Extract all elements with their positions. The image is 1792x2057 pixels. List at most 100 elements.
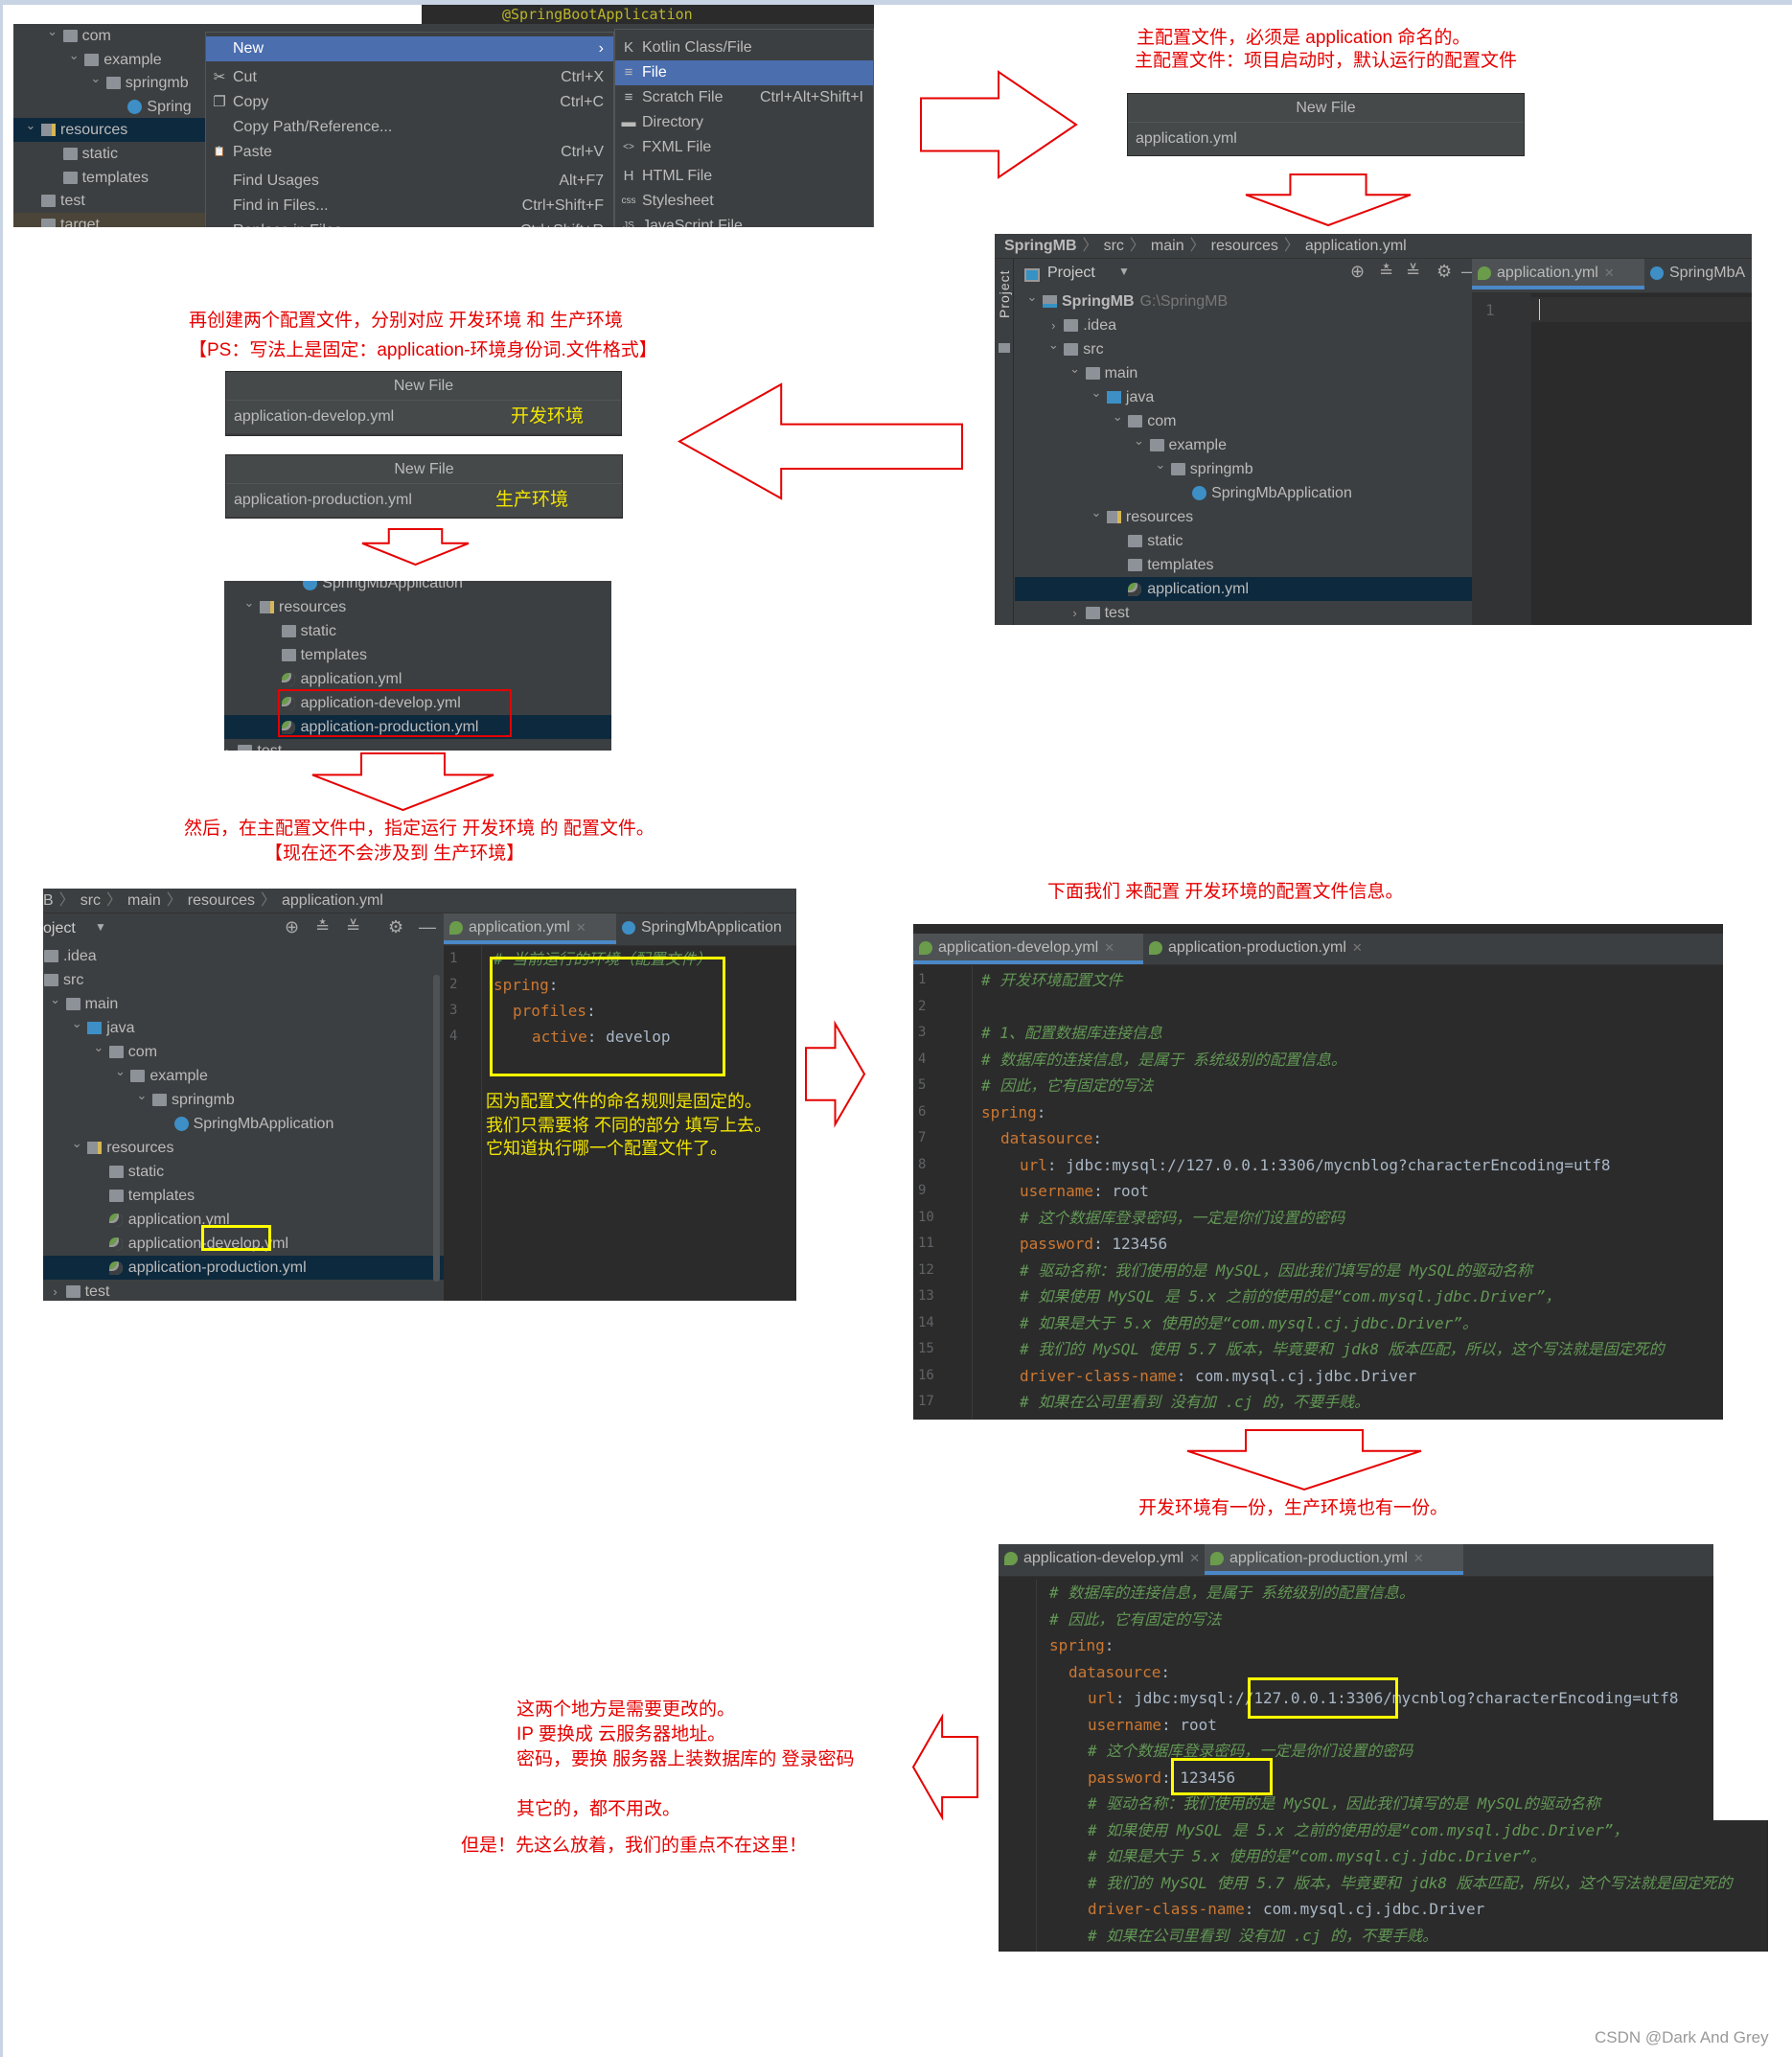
tree-item[interactable]: ⌄ src: [1015, 337, 1472, 361]
editor-tab[interactable]: application.yml ✕: [444, 913, 616, 944]
editor-tab[interactable]: SpringMbA: [1644, 259, 1752, 289]
tree-item[interactable]: target: [13, 212, 205, 227]
tree-item[interactable]: application.yml: [224, 667, 611, 691]
tree-item[interactable]: static: [224, 619, 611, 643]
chevron-right-icon[interactable]: ›: [1068, 601, 1083, 625]
menu-item[interactable]: Find Usages Alt+F7: [206, 169, 613, 194]
tree-item[interactable]: .idea: [43, 944, 444, 968]
breadcrumb-item[interactable]: application.yml: [1305, 238, 1407, 254]
locate-icon[interactable]: ⊕: [285, 917, 299, 937]
tree-item[interactable]: ⌄ springmb: [43, 1088, 444, 1112]
tree-item[interactable]: › test: [1015, 601, 1472, 625]
tree-item[interactable]: SpringMbApplication: [43, 1112, 444, 1136]
chevron-down-icon[interactable]: ▼: [1118, 265, 1130, 278]
tree-item[interactable]: templates: [1015, 553, 1472, 577]
chevron-down-icon[interactable]: ⌄: [1132, 428, 1147, 452]
tree-item[interactable]: Spring: [13, 95, 205, 119]
close-icon[interactable]: ✕: [1104, 940, 1114, 955]
tree-item[interactable]: ⌄ com: [13, 24, 205, 48]
tree-item[interactable]: ⌄ SpringMB G:\SpringMB: [1015, 289, 1472, 313]
tree-item[interactable]: ⌄ example: [43, 1064, 444, 1088]
tree-item[interactable]: ⌄ java: [1015, 385, 1472, 409]
chevron-right-icon[interactable]: ›: [48, 1280, 63, 1301]
project-tool-button[interactable]: Project: [997, 269, 1012, 318]
tree-item[interactable]: ⌄ resources: [224, 595, 611, 619]
breadcrumb-item[interactable]: src: [1104, 238, 1124, 254]
breadcrumb-item[interactable]: resources: [1211, 238, 1278, 254]
tree-item[interactable]: application.yml: [1015, 577, 1472, 601]
chevron-down-icon[interactable]: ⌄: [134, 1083, 149, 1107]
menu-item[interactable]: H HTML File: [615, 164, 873, 189]
breadcrumb-item[interactable]: application.yml: [282, 892, 383, 909]
filename-input[interactable]: application-develop.yml 开发环境: [226, 401, 621, 433]
chevron-down-icon[interactable]: ⌄: [1153, 452, 1168, 476]
breadcrumb-item[interactable]: src: [80, 892, 101, 909]
tree-item[interactable]: ⌄ example: [13, 48, 205, 72]
breadcrumb-item[interactable]: main: [1151, 238, 1184, 254]
tree-item[interactable]: ⌄ resources: [43, 1136, 444, 1160]
chevron-down-icon[interactable]: ⌄: [48, 987, 63, 1011]
tree-item[interactable]: templates: [13, 166, 205, 190]
chevron-right-icon[interactable]: ›: [224, 739, 235, 751]
tree-item[interactable]: ⌄ springmb: [13, 71, 205, 95]
chevron-down-icon[interactable]: ⌄: [69, 1011, 84, 1035]
tree-item[interactable]: static: [13, 142, 205, 166]
editor-tab[interactable]: application-develop.yml ✕: [999, 1544, 1205, 1575]
menu-item[interactable]: ❐ Copy Ctrl+C: [206, 90, 613, 115]
code-area[interactable]: 1 # 开发环境配置文件 2 3 # 1、配置数据库连接信息 4 # 数据库的连接信息，是属…: [913, 965, 1723, 1420]
tree-item[interactable]: test: [13, 189, 205, 213]
menu-item[interactable]: K Kotlin Class/File: [615, 35, 873, 60]
tree-item[interactable]: static: [43, 1160, 444, 1184]
collapse-all-icon[interactable]: ≚: [1406, 262, 1420, 282]
chevron-down-icon[interactable]: ⌄: [1024, 285, 1040, 309]
breadcrumb-item[interactable]: SpringMB: [1004, 238, 1077, 254]
tree-item[interactable]: static: [1015, 529, 1472, 553]
filename-input[interactable]: application-production.yml 生产环境: [226, 484, 622, 517]
tree-item[interactable]: ⌄ springmb: [1015, 457, 1472, 481]
expand-all-icon[interactable]: ≛: [315, 917, 330, 937]
menu-item[interactable]: ✂ Cut Ctrl+X: [206, 65, 613, 90]
menu-item[interactable]: JS JavaScript File: [615, 214, 873, 227]
tree-item[interactable]: › test: [224, 739, 611, 751]
tree-item[interactable]: ⌄ main: [43, 992, 444, 1016]
tree-item[interactable]: templates: [43, 1184, 444, 1208]
menu-item[interactable]: ≡ File: [615, 60, 873, 85]
tree-item[interactable]: src: [43, 968, 444, 992]
tree-item[interactable]: ⌄ example: [1015, 433, 1472, 457]
chevron-down-icon[interactable]: ⌄: [45, 24, 60, 43]
chevron-down-icon[interactable]: ⌄: [88, 66, 103, 90]
menu-item[interactable]: Copy Path/Reference...: [206, 115, 613, 140]
close-icon[interactable]: ✕: [576, 920, 586, 935]
minimize-icon[interactable]: —: [419, 917, 436, 937]
tree-item[interactable]: › .idea: [1015, 313, 1472, 337]
chevron-down-icon[interactable]: ⌄: [1089, 381, 1104, 404]
editor-tab[interactable]: SpringMbApplication: [616, 913, 796, 944]
breadcrumb-item[interactable]: main: [127, 892, 161, 909]
chevron-down-icon[interactable]: ⌄: [1089, 500, 1104, 524]
breadcrumb-item[interactable]: resources: [188, 892, 255, 909]
collapse-all-icon[interactable]: ≚: [346, 917, 360, 937]
close-icon[interactable]: ✕: [1604, 266, 1615, 280]
tree-item[interactable]: ⌄ main: [1015, 361, 1472, 385]
scrollbar[interactable]: [433, 975, 440, 1282]
chevron-down-icon[interactable]: ⌄: [69, 1131, 84, 1155]
chevron-down-icon[interactable]: ⌄: [23, 113, 38, 137]
menu-item[interactable]: ▬ Directory: [615, 110, 873, 135]
menu-item[interactable]: Replace in Files... Ctrl+Shift+R: [206, 219, 613, 227]
menu-item[interactable]: ≡ Scratch File Ctrl+Alt+Shift+I: [615, 85, 873, 110]
tree-item[interactable]: ⌄ resources: [1015, 505, 1472, 529]
menu-item[interactable]: 📋 Paste Ctrl+V: [206, 140, 613, 165]
close-icon[interactable]: ✕: [1189, 1551, 1200, 1565]
breadcrumb-item[interactable]: B: [43, 892, 54, 909]
tree-item[interactable]: templates: [224, 643, 611, 667]
editor-tab[interactable]: application-production.yml ✕: [1205, 1544, 1463, 1575]
menu-item[interactable]: css Stylesheet: [615, 189, 873, 214]
gear-icon[interactable]: ⚙: [388, 917, 403, 937]
chevron-down-icon[interactable]: ⌄: [112, 1059, 127, 1083]
menu-item[interactable]: Find in Files... Ctrl+Shift+F: [206, 194, 613, 219]
filename-input[interactable]: application.yml: [1128, 123, 1524, 155]
editor-tab[interactable]: application-production.yml ✕: [1143, 934, 1412, 964]
chevron-down-icon[interactable]: ⌄: [1045, 333, 1061, 357]
tree-item[interactable]: SpringMbApplication: [1015, 481, 1472, 505]
editor-tab[interactable]: application.yml ✕: [1472, 259, 1644, 289]
